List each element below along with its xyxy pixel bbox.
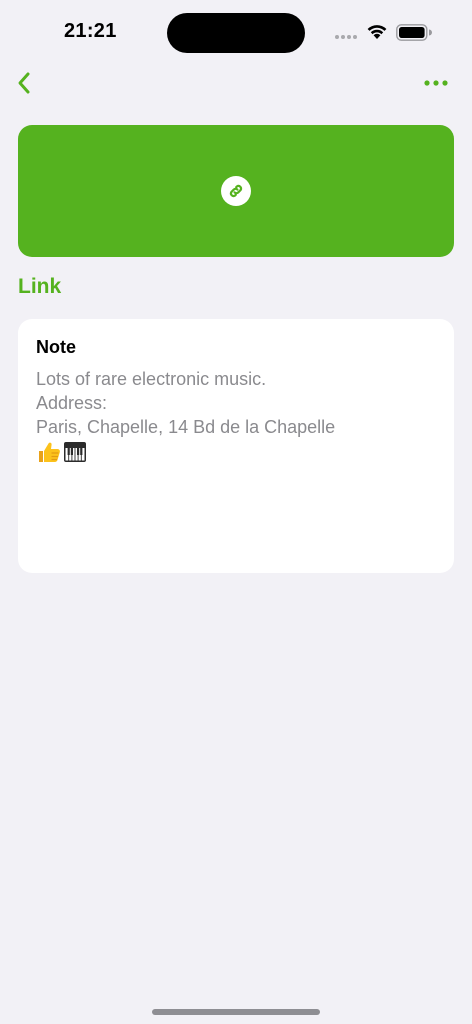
ellipsis-icon [424,80,448,86]
wifi-icon [367,25,387,39]
note-body: Lots of rare electronic music. Address: … [36,367,436,464]
item-type-title: Link [18,275,62,298]
note-line: Paris, Chapelle, 14 Bd de la Chapelle [36,417,336,437]
note-emoji-row [36,440,436,464]
battery-icon [396,24,432,41]
status-time: 21:21 [64,20,117,42]
cellular-signal-icon [335,35,357,39]
piano-keys-icon [64,442,86,462]
note-line: Address: [36,393,108,413]
status-bar: 21:21 [0,0,472,62]
item-banner [18,125,454,257]
banner-icon-badge [221,176,251,206]
note-card[interactable]: Note Lots of rare electronic music. Addr… [18,319,454,573]
home-indicator [152,1009,320,1015]
note-heading: Note [36,337,76,357]
dynamic-island [167,13,305,53]
more-options-button[interactable] [418,66,454,100]
chevron-left-icon [18,72,30,94]
thumbs-up-icon [39,442,60,462]
back-button[interactable] [8,66,40,100]
screen: 21:21 Link Note Lots of rare electronic … [0,0,472,1024]
link-icon [229,184,243,198]
note-line: Lots of rare electronic music. [36,369,267,389]
